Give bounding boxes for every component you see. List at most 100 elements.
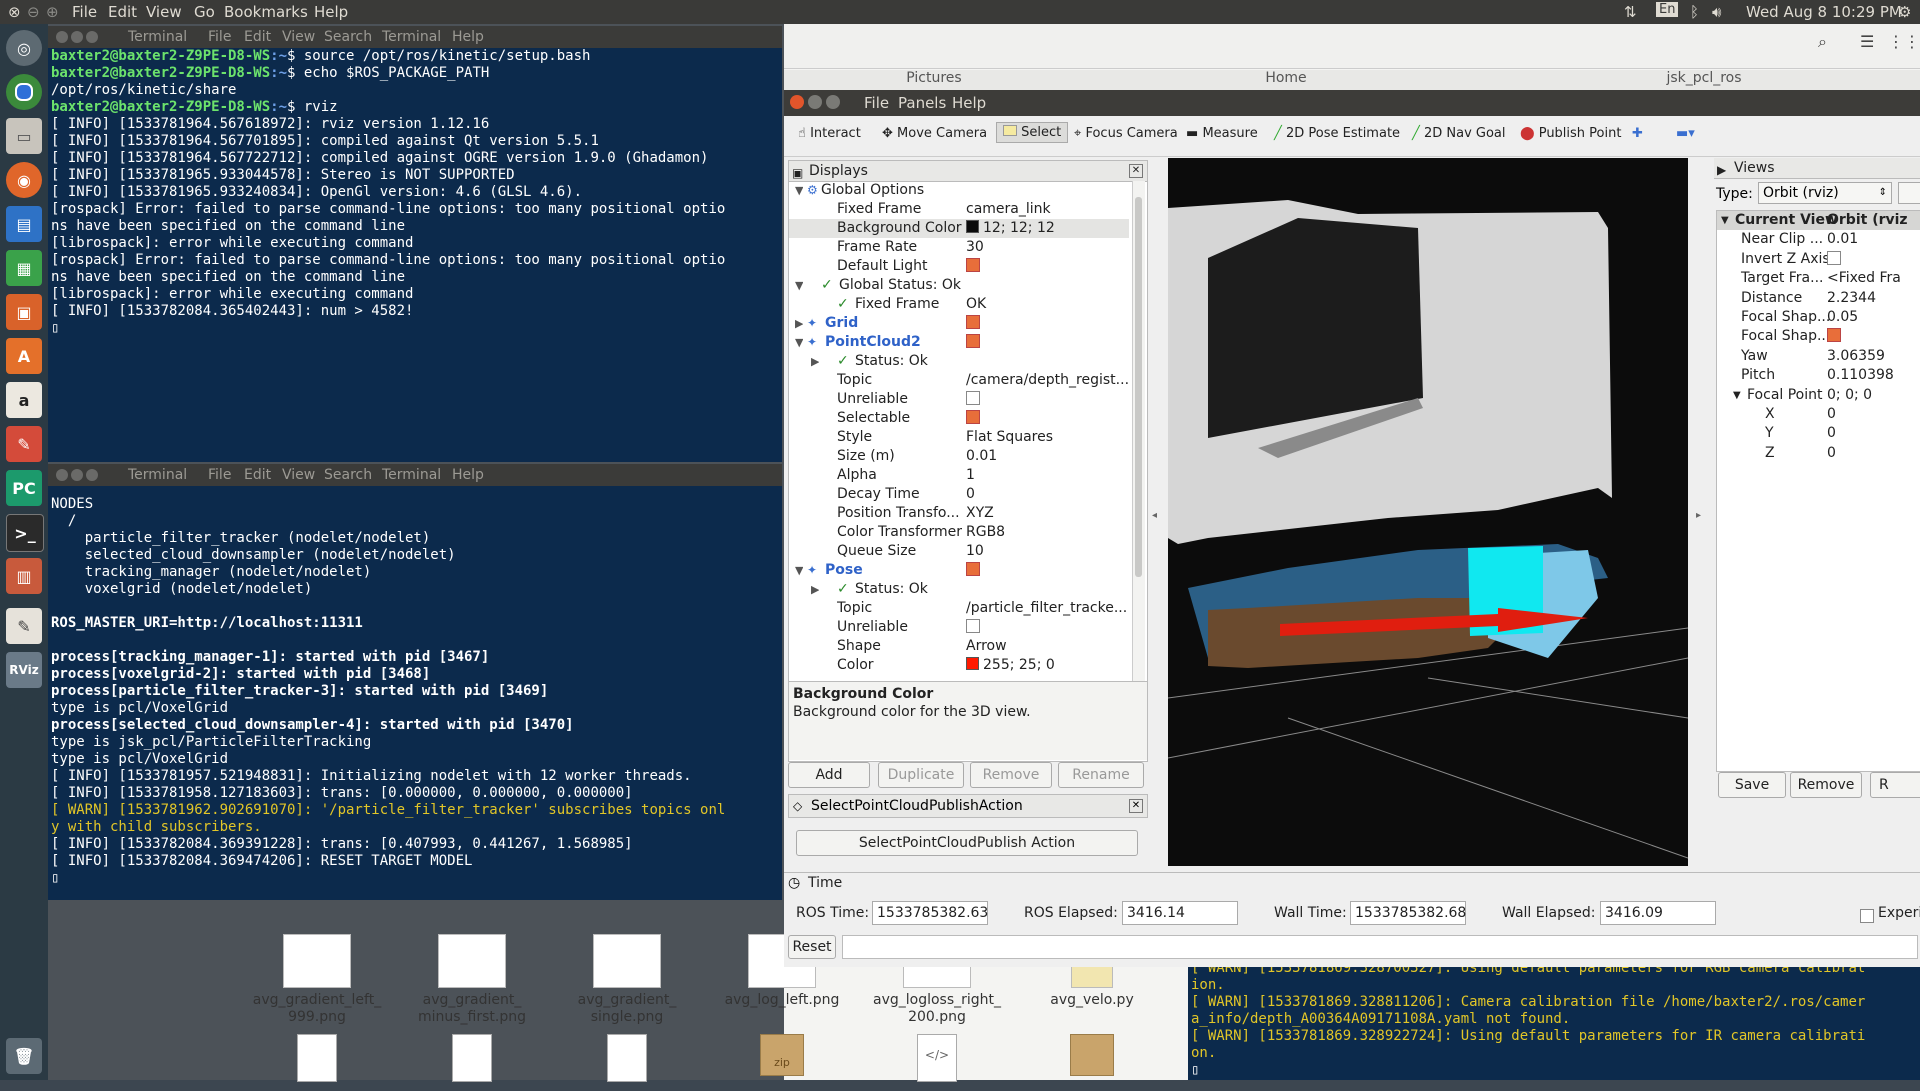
menu-help[interactable]: Help	[452, 467, 484, 483]
file-item[interactable]: zip	[707, 1034, 857, 1080]
tab-pictures[interactable]: Pictures	[784, 70, 1085, 92]
checkbox[interactable]	[1827, 328, 1841, 343]
file-item[interactable]	[552, 1034, 702, 1086]
current-view-row[interactable]: ▼ Current View Orbit (rviz	[1717, 211, 1920, 230]
pycharm-icon[interactable]: PC	[6, 470, 42, 506]
property-value[interactable]	[966, 390, 1129, 409]
select-tool[interactable]: Select	[996, 122, 1069, 143]
minimize-window-icon[interactable]: ⊖	[27, 3, 40, 21]
property-value[interactable]: camera_link	[966, 200, 1129, 219]
terminal-output[interactable]: baxter2@baxter2-Z9PE-D8-WS:~$ source /op…	[48, 48, 782, 462]
display-row[interactable]: Topic/particle_filter_tracke...	[789, 599, 1129, 618]
terminal-icon[interactable]: >_	[6, 514, 44, 552]
property-value[interactable]: 0	[1827, 405, 1836, 424]
display-row[interactable]: ▼ ✦ PointCloud2	[789, 333, 1129, 352]
property-value[interactable]: XYZ	[966, 504, 1129, 523]
terminal-window-1[interactable]: Terminal File Edit View Search Terminal …	[48, 26, 782, 462]
terminal-output[interactable]: [ WARN] [1533781869.328700327]: Using de…	[1188, 960, 1920, 1080]
view-property-row[interactable]: Y0	[1717, 424, 1920, 443]
display-row[interactable]: ▼ ⚙ Global Options	[789, 181, 1129, 200]
reset-button[interactable]: Reset	[788, 935, 836, 959]
remove-view-button[interactable]: Remove	[1790, 772, 1862, 798]
property-value[interactable]	[966, 314, 1129, 333]
collapse-left-icon[interactable]: ◂	[1152, 510, 1157, 521]
view-property-row[interactable]: ▼ Focal Point 0; 0; 0	[1717, 386, 1920, 405]
add-tool-icon[interactable]: ✚	[1632, 126, 1643, 141]
minimize-icon[interactable]	[71, 469, 83, 481]
menu-edit[interactable]: Edit	[108, 3, 137, 21]
experimental-checkbox[interactable]	[1860, 906, 1874, 925]
property-value[interactable]: 0	[966, 485, 1129, 504]
add-button[interactable]: Add	[788, 762, 870, 788]
chrome-icon[interactable]	[6, 74, 42, 110]
display-row[interactable]: Frame Rate 30	[789, 238, 1129, 257]
property-value[interactable]: 0	[1827, 444, 1836, 463]
property-value[interactable]: 3.06359	[1827, 347, 1885, 366]
expand-icon[interactable]: ▶	[811, 580, 819, 599]
wall-time-field[interactable]: 1533785382.68	[1350, 901, 1466, 925]
property-value[interactable]	[1827, 327, 1841, 346]
display-row[interactable]: Queue Size 10	[789, 542, 1129, 561]
view-property-row[interactable]: Yaw 3.06359	[1717, 347, 1920, 366]
interact-tool[interactable]: ☝ Interact	[798, 126, 861, 141]
view-property-row[interactable]: Target Fra... <Fixed Fra	[1717, 269, 1920, 288]
property-value[interactable]: 2.2344	[1827, 289, 1876, 308]
clock[interactable]: Wed Aug 8 10:29 PM	[1746, 3, 1902, 21]
measure-tool[interactable]: ▬ Measure	[1186, 126, 1258, 141]
property-value[interactable]: 10	[966, 542, 1129, 561]
property-value[interactable]: /particle_filter_tracke...	[966, 599, 1129, 618]
select-pointcloud-publish-button[interactable]: SelectPointCloudPublish Action	[796, 830, 1138, 856]
display-row[interactable]: Unreliable	[789, 618, 1129, 637]
display-row[interactable]: ▼ ✦ Pose	[789, 561, 1129, 580]
writer-icon[interactable]: ▤	[6, 206, 42, 242]
file-item[interactable]: avg_gradient_ minus_first.png	[397, 934, 547, 1026]
view-property-row[interactable]: Pitch 0.110398	[1717, 366, 1920, 385]
search-icon[interactable]: ⌕	[1818, 32, 1827, 52]
menu-terminal[interactable]: Terminal	[382, 29, 441, 45]
ros-elapsed-field[interactable]: 3416.14	[1122, 901, 1238, 925]
property-value[interactable]	[966, 333, 1129, 352]
settings-icon[interactable]: ✎	[6, 426, 42, 462]
property-value[interactable]	[966, 618, 1129, 637]
display-row[interactable]: Topic/camera/depth_regist...	[789, 371, 1129, 390]
tab-jsk-pcl-ros[interactable]: jsk_pcl_ros	[1488, 70, 1920, 92]
terminal-window-3[interactable]: [ WARN] [1533781869.328700327]: Using de…	[1188, 960, 1920, 1080]
menu-help[interactable]: Help	[314, 3, 348, 21]
file-item[interactable]: avg_gradient_left_ 999.png	[242, 934, 392, 1026]
menu-panels[interactable]: Panels	[898, 94, 946, 112]
views-tree[interactable]: ▼ Current View Orbit (rviz Near Clip ...…	[1716, 210, 1920, 772]
maximize-icon[interactable]	[826, 95, 840, 109]
close-icon[interactable]	[56, 469, 68, 481]
file-item[interactable]	[1017, 1034, 1167, 1080]
expand-icon[interactable]: ▶	[795, 314, 803, 333]
rviz-icon[interactable]: RViz	[6, 652, 42, 688]
view-property-row[interactable]: Invert Z Axis	[1717, 250, 1920, 269]
list-view-icon[interactable]: ☰	[1860, 32, 1874, 51]
checkbox[interactable]	[966, 562, 980, 576]
impress-icon[interactable]: ▣	[6, 294, 42, 330]
minimize-icon[interactable]	[71, 31, 83, 43]
menu-search[interactable]: Search	[324, 467, 372, 483]
property-value[interactable]: Flat Squares	[966, 428, 1129, 447]
view-type-select[interactable]: Orbit (rviz) ⇕	[1758, 182, 1892, 204]
menu-bookmarks[interactable]: Bookmarks	[224, 3, 308, 21]
grid-view-icon[interactable]: ⋮⋮	[1888, 32, 1920, 51]
display-tree[interactable]: ▼ ⚙ Global Options Fixed Frame camera_link Ba…	[789, 181, 1129, 681]
view-property-row[interactable]: Focal Shap... 0.05	[1717, 308, 1920, 327]
volume-icon[interactable]: 🔊︎	[1712, 3, 1721, 21]
terminal-window-2[interactable]: Terminal File Edit View Search Terminal …	[48, 464, 782, 900]
property-value[interactable]: 12; 12; 12	[966, 219, 1129, 238]
maximize-icon[interactable]	[86, 31, 98, 43]
checkbox[interactable]	[966, 619, 980, 633]
menu-help[interactable]: Help	[452, 29, 484, 45]
file-item[interactable]	[397, 1034, 547, 1086]
calc-icon[interactable]: ▦	[6, 250, 42, 286]
checkbox[interactable]	[1827, 250, 1841, 265]
network-icon[interactable]: ⇅	[1624, 3, 1637, 21]
collapse-icon[interactable]: ▼	[1733, 386, 1741, 405]
menu-view[interactable]: View	[146, 3, 182, 21]
property-value[interactable]	[966, 561, 1129, 580]
bluetooth-icon[interactable]: ᛒ	[1690, 3, 1699, 21]
property-value[interactable]: 0; 0; 0	[1827, 386, 1872, 405]
gear-icon[interactable]: ⚙	[1898, 3, 1911, 21]
